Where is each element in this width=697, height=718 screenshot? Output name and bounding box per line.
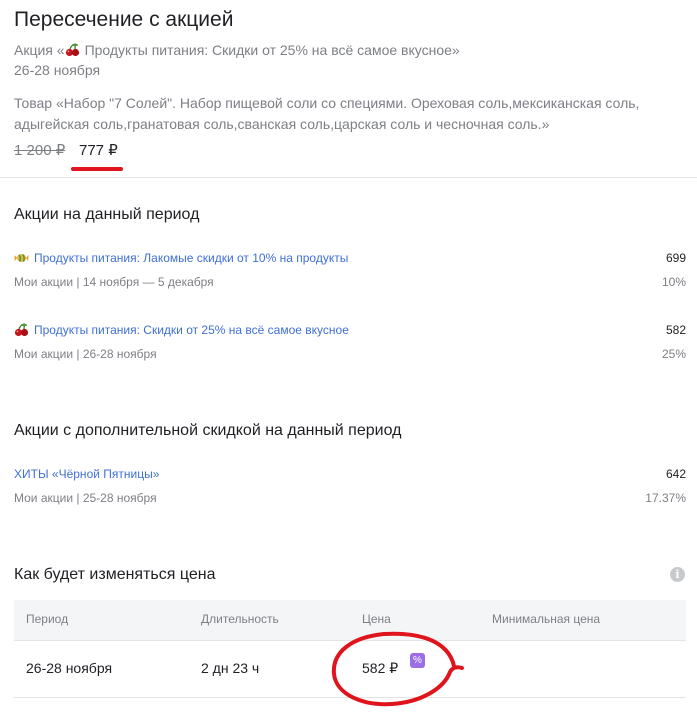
table-header: Период Длительность Цена Минимальная цен… [14, 600, 686, 641]
promo-meta: Мои акции | 26-28 ноября [14, 347, 157, 361]
promo-meta: Мои акции | 14 ноября — 5 декабря [14, 275, 214, 289]
product-description: Товар «Набор "7 Солей". Набор пищевой со… [14, 95, 640, 132]
promo-link[interactable]: Продукты питания: Скидки от 25% на всё с… [14, 323, 349, 337]
promo-dates: 26-28 ноября [14, 62, 101, 78]
cherries-icon [14, 323, 29, 337]
cell-period: 26-28 ноября [26, 660, 113, 676]
new-price: 777 ₽ [79, 142, 118, 159]
promo-link-label: Продукты питания: Скидки от 25% на всё с… [34, 323, 349, 337]
promo-percent: 17.37% [645, 491, 686, 505]
promo-value: 642 [665, 467, 686, 481]
promo-meta: Мои акции | 25-28 ноября [14, 491, 157, 505]
info-icon[interactable]: i [670, 567, 685, 582]
cell-duration: 2 дн 23 ч [201, 660, 260, 676]
discount-badge: % [410, 653, 425, 668]
promo-link-label: ХИТЫ «Чёрной Пятницы» [14, 467, 160, 481]
promo-prefix: Акция « [14, 42, 65, 58]
promo-line: Акция « Продукты питания: Скидки от 25% … [14, 42, 460, 58]
promo-link[interactable]: Продукты питания: Лакомые скидки от 10% … [14, 251, 348, 265]
row-divider [14, 697, 686, 698]
promo-percent: 10% [661, 275, 686, 289]
cell-price: 582 ₽ [362, 660, 399, 676]
extra-promos-title: Акции с дополнительной скидкой на данный… [14, 422, 402, 439]
annotation-underline [71, 167, 123, 171]
promo-value: 582 [665, 323, 686, 337]
header-divider [0, 177, 697, 178]
column-header-min-price: Минимальная цена [492, 612, 601, 626]
page-title: Пересечение с акцией [14, 8, 234, 31]
promo-link[interactable]: ХИТЫ «Чёрной Пятницы» [14, 467, 159, 481]
old-price: 1 200 ₽ [14, 142, 66, 159]
column-header-price: Цена [362, 612, 391, 626]
candy-icon [14, 251, 29, 265]
period-promos-title: Акции на данный период [14, 206, 200, 223]
price-changes-title: Как будет изменяться цена [14, 566, 216, 583]
promo-value: 699 [665, 251, 686, 265]
cherries-icon [65, 43, 80, 57]
column-header-period: Период [26, 612, 69, 626]
column-header-duration: Длительность [201, 612, 279, 626]
promo-name: Продукты питания: Скидки от 25% на всё с… [84, 42, 460, 58]
promo-percent: 25% [661, 347, 686, 361]
promo-link-label: Продукты питания: Лакомые скидки от 10% … [34, 251, 349, 265]
